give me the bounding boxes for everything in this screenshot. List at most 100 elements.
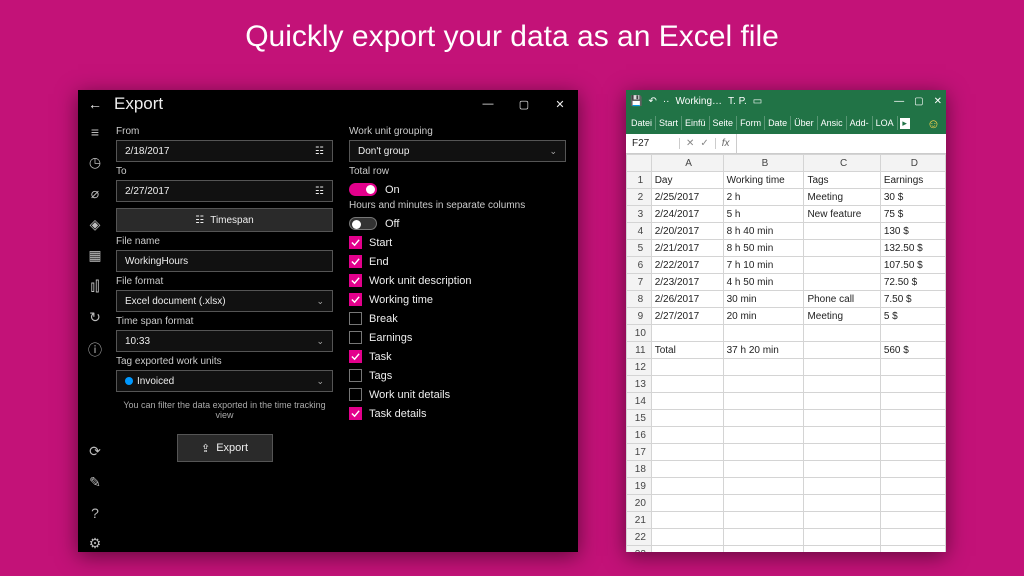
cell[interactable]: 2/24/2017	[651, 206, 723, 223]
cell[interactable]	[723, 393, 804, 410]
cell[interactable]: 7 h 10 min	[723, 257, 804, 274]
minimize-button[interactable]: ―	[470, 98, 506, 110]
cell[interactable]: 130 $	[880, 223, 945, 240]
grid-icon[interactable]: ▦	[88, 247, 101, 264]
cell[interactable]	[880, 393, 945, 410]
cell[interactable]: 2/20/2017	[651, 223, 723, 240]
cell[interactable]: 37 h 20 min	[723, 342, 804, 359]
cell[interactable]: Day	[651, 172, 723, 189]
ribbon-tab-start[interactable]: Start	[656, 116, 682, 130]
minimize-button[interactable]: ―	[894, 96, 904, 107]
ribbon-tab-über[interactable]: Über	[791, 116, 818, 130]
save-icon[interactable]: 💾	[630, 96, 642, 107]
cell[interactable]	[723, 529, 804, 546]
checkbox-earnings[interactable]: Earnings	[349, 331, 566, 344]
cell[interactable]: Total	[651, 342, 723, 359]
tag-select[interactable]: Invoiced ⌄	[116, 370, 333, 392]
redo-icon[interactable]: ··	[663, 96, 670, 107]
grouping-select[interactable]: Don't group⌄	[349, 140, 566, 162]
cell[interactable]	[651, 461, 723, 478]
ribbon-tab-einfü[interactable]: Einfü	[682, 116, 710, 130]
cell[interactable]	[880, 529, 945, 546]
row-header[interactable]: 11	[627, 342, 652, 359]
cell[interactable]	[723, 444, 804, 461]
cell[interactable]: 30 $	[880, 189, 945, 206]
cell[interactable]	[880, 444, 945, 461]
checkbox-work-unit-description[interactable]: Work unit description	[349, 274, 566, 287]
cell[interactable]: New feature	[804, 206, 880, 223]
cell[interactable]	[723, 546, 804, 553]
cell[interactable]	[880, 512, 945, 529]
totalrow-toggle-on[interactable]	[349, 183, 377, 196]
cell[interactable]	[804, 529, 880, 546]
cell[interactable]	[880, 376, 945, 393]
cell[interactable]	[723, 410, 804, 427]
ribbon-tab-loa[interactable]: LOA	[873, 116, 898, 130]
row-header[interactable]: 16	[627, 427, 652, 444]
cell[interactable]	[723, 427, 804, 444]
cell[interactable]: 2 h	[723, 189, 804, 206]
to-date-input[interactable]: 2/27/2017☷	[116, 180, 333, 202]
name-box[interactable]: F27	[626, 138, 680, 149]
cell[interactable]: 2/27/2017	[651, 308, 723, 325]
refresh-icon[interactable]: ↻	[89, 309, 101, 326]
cell[interactable]	[804, 393, 880, 410]
checkbox-end[interactable]: End	[349, 255, 566, 268]
cell[interactable]: 75 $	[880, 206, 945, 223]
cell[interactable]	[880, 410, 945, 427]
row-header[interactable]: 10	[627, 325, 652, 342]
tag-icon[interactable]: ◈	[90, 216, 101, 233]
maximize-button[interactable]: ▢	[506, 98, 542, 111]
cell[interactable]	[804, 325, 880, 342]
cell[interactable]	[723, 478, 804, 495]
row-header[interactable]: 12	[627, 359, 652, 376]
cell[interactable]	[723, 376, 804, 393]
smile-icon[interactable]: ☺	[927, 116, 940, 131]
cell[interactable]: 8 h 40 min	[723, 223, 804, 240]
checkbox-tags[interactable]: Tags	[349, 369, 566, 382]
cell[interactable]	[880, 427, 945, 444]
cell[interactable]	[804, 427, 880, 444]
cell[interactable]: 5 $	[880, 308, 945, 325]
row-header[interactable]: 15	[627, 410, 652, 427]
gear-icon[interactable]: ⚙	[89, 535, 102, 552]
back-icon[interactable]: ←	[78, 96, 112, 112]
cell[interactable]: 2/21/2017	[651, 240, 723, 257]
row-header[interactable]: 17	[627, 444, 652, 461]
undo-icon[interactable]: ↶	[648, 96, 656, 107]
row-header[interactable]: 3	[627, 206, 652, 223]
cell[interactable]	[651, 393, 723, 410]
confirm-icon[interactable]: ✓	[700, 138, 708, 149]
cell[interactable]	[804, 512, 880, 529]
row-header[interactable]: 2	[627, 189, 652, 206]
cell[interactable]	[804, 240, 880, 257]
cell[interactable]	[804, 495, 880, 512]
row-header[interactable]: 6	[627, 257, 652, 274]
cell[interactable]	[651, 529, 723, 546]
row-header[interactable]: 22	[627, 529, 652, 546]
cell[interactable]	[804, 257, 880, 274]
cell[interactable]: 560 $	[880, 342, 945, 359]
cell[interactable]	[651, 478, 723, 495]
cell[interactable]	[804, 359, 880, 376]
cell[interactable]	[804, 478, 880, 495]
cell[interactable]: 20 min	[723, 308, 804, 325]
cell[interactable]	[804, 461, 880, 478]
cell[interactable]: Meeting	[804, 189, 880, 206]
cell[interactable]	[651, 512, 723, 529]
sync-icon[interactable]: ⟳	[89, 443, 101, 460]
cell[interactable]	[804, 410, 880, 427]
row-header[interactable]: 18	[627, 461, 652, 478]
cell[interactable]	[651, 325, 723, 342]
checkbox-work-unit-details[interactable]: Work unit details	[349, 388, 566, 401]
cell[interactable]: 2/25/2017	[651, 189, 723, 206]
ribbon-tab-date[interactable]: Date	[765, 116, 791, 130]
close-button[interactable]: ✕	[934, 96, 942, 107]
menu-icon[interactable]: ≡	[91, 124, 99, 140]
row-header[interactable]: 21	[627, 512, 652, 529]
cell[interactable]: 2/26/2017	[651, 291, 723, 308]
col-header-B[interactable]: B	[723, 155, 804, 172]
cell[interactable]	[651, 427, 723, 444]
row-header[interactable]: 7	[627, 274, 652, 291]
cell[interactable]: 4 h 50 min	[723, 274, 804, 291]
